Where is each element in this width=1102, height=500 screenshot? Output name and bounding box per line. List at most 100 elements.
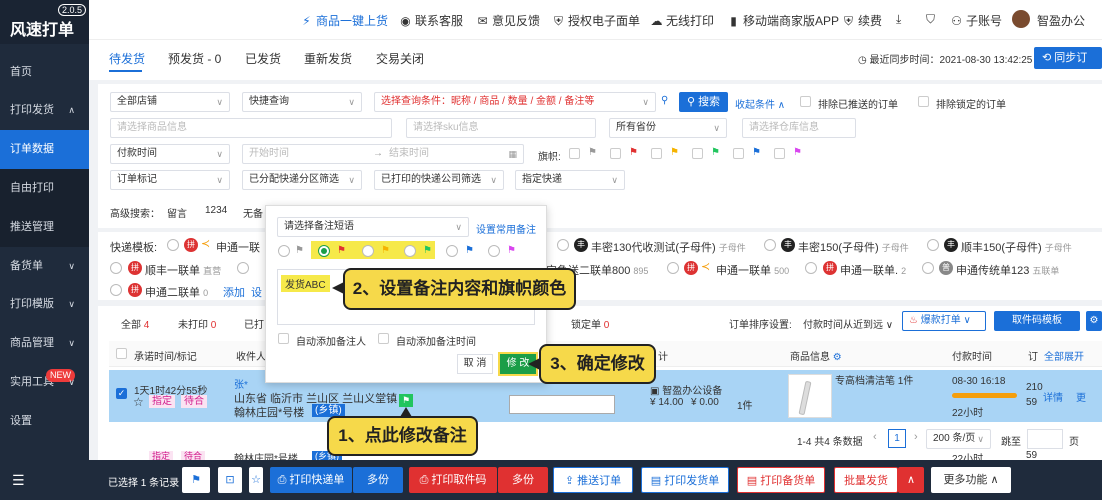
header-link-auth[interactable]: ⛨ 授权电子面单 (552, 12, 640, 29)
header-link-wireless[interactable]: ☁ 无线打印 (650, 12, 715, 29)
quick-query-select[interactable]: 快捷查询 ∨ (242, 92, 362, 112)
auto-person-checkbox[interactable] (278, 333, 289, 344)
header-link-service[interactable]: ◉ 联系客服 (399, 12, 463, 29)
sku-input[interactable]: 请选择sku信息 (406, 118, 596, 138)
printed-express-select[interactable]: 已打印的快递公司筛选 ∨ (374, 170, 504, 190)
gear-icon[interactable]: ⚙ (833, 352, 842, 363)
note-flag-button[interactable]: ⚑ (399, 394, 413, 407)
flag-button[interactable]: ⚑ (182, 467, 210, 493)
cancel-button[interactable]: 取 消 (457, 354, 493, 374)
province-select[interactable]: 所有省份 ∨ (609, 118, 727, 138)
row-checkbox[interactable]: ✓ (116, 388, 127, 399)
sidebar-item-templates[interactable]: 打印模版 ∨ (0, 285, 89, 324)
sync-button[interactable]: ⟲ 同步订 (1034, 47, 1102, 69)
template-radio[interactable] (667, 262, 679, 274)
menu-icon[interactable]: ☰ (12, 472, 25, 489)
filter-printed[interactable]: 已打 (244, 316, 264, 331)
template-radio[interactable] (110, 262, 122, 274)
header-link-app[interactable]: ▮ 移动端商家版APP (727, 12, 839, 29)
more-link[interactable]: 更 (1076, 389, 1086, 404)
flag-filter-red-checkbox[interactable] (610, 148, 621, 159)
lock-icon[interactable]: ⊡ (218, 467, 242, 493)
flag-radio-yellow[interactable] (362, 245, 374, 257)
page-size-select[interactable]: 200 条/页 ∨ (926, 429, 991, 449)
copies-button[interactable]: 多份 (353, 467, 403, 493)
select-all-checkbox[interactable] (116, 348, 127, 359)
template-radio[interactable] (237, 262, 249, 274)
flag-radio-green[interactable] (404, 245, 416, 257)
exclude-locked-checkbox[interactable] (918, 96, 929, 107)
print-pick-button[interactable]: ⎙ 打印取件码 (409, 467, 497, 493)
template-name[interactable]: 丰密150(子母件) 子母件 (798, 239, 909, 255)
advanced-tag[interactable]: 留言 (167, 205, 187, 220)
next-page-icon[interactable]: › (914, 431, 918, 443)
filter-unprinted[interactable]: 未打印 0 (178, 316, 216, 331)
tab-reship[interactable]: 重新发货 (304, 50, 352, 67)
template-radio[interactable] (805, 262, 817, 274)
flag-filter-gray-checkbox[interactable] (569, 148, 580, 159)
avatar[interactable] (1012, 10, 1030, 28)
auto-time-checkbox[interactable] (378, 333, 389, 344)
template-name[interactable]: 申通一联单. 2 (840, 262, 906, 278)
tab-closed[interactable]: 交易关闭 (376, 50, 424, 67)
print-stock-button[interactable]: ▤ 打印备货单 (737, 467, 825, 493)
tab-presale[interactable]: 预发货 - 0 (168, 50, 221, 67)
template-name[interactable]: 丰密130代收测试(子母件) 子母件 (591, 239, 746, 255)
template-settings-link[interactable]: 设 (251, 284, 262, 300)
flag-filter-orange-checkbox[interactable] (651, 148, 662, 159)
template-radio[interactable] (167, 239, 179, 251)
sidebar-item-tools[interactable]: 实用工具 NEW ∨ (0, 363, 89, 402)
date-range-input[interactable]: 开始时间 → 结束时间 ▦ (242, 144, 524, 164)
sidebar-item-print-ship[interactable]: 打印发货 ∧ (0, 91, 89, 130)
page-number[interactable]: 1 (888, 429, 906, 448)
star-icon[interactable]: ☆ (249, 467, 263, 493)
push-order-button[interactable]: ⇪ 推送订单 (553, 467, 633, 493)
header-link-subaccount[interactable]: ⚇ 子账号 (950, 12, 1002, 29)
print-ship-button[interactable]: ▤ 打印发货单 (641, 467, 729, 493)
detail-link[interactable]: 详情 (1043, 389, 1063, 404)
flag-radio-purple[interactable] (488, 245, 500, 257)
add-template-link[interactable]: 添加 (223, 284, 245, 300)
jump-input[interactable] (1027, 429, 1063, 449)
advanced-tag[interactable]: 1234 (205, 205, 227, 216)
sort-select[interactable]: 付款时间从近到远 ∨ (803, 316, 893, 331)
template-name[interactable]: 顺丰一联单 直营 (145, 262, 221, 278)
download-icon[interactable]: ⤓ (896, 12, 901, 27)
assigned-zone-select[interactable]: 已分配快递分区筛选 ∨ (242, 170, 362, 190)
flag-radio-blue[interactable] (446, 245, 458, 257)
template-name[interactable]: 申通传统单123 五联单 (956, 262, 1059, 278)
copies-button[interactable]: 多份 (498, 467, 548, 493)
batch-ship-button[interactable]: 批量发货 (834, 467, 898, 493)
express-select[interactable]: 指定快递 ∨ (515, 170, 625, 190)
condition-select[interactable]: 选择查询条件：昵称 / 商品 / 数量 / 金额 / 备注等 ∨ (374, 92, 656, 112)
shop-select[interactable]: 全部店铺 ∨ (110, 92, 230, 112)
expand-all-link[interactable]: 全部展开 (1044, 348, 1084, 363)
sidebar-item-settings[interactable]: 设置 (0, 402, 89, 441)
flag-radio-gray[interactable] (278, 245, 290, 257)
pick-template-button[interactable]: 取件码模板 (994, 311, 1080, 331)
more-functions-button[interactable]: 更多功能 ∧ (931, 467, 1011, 493)
header-link-feedback[interactable]: ✉ 意见反馈 (476, 12, 540, 29)
advanced-tag[interactable]: 无备 (243, 205, 263, 220)
remark-input[interactable] (509, 395, 615, 414)
template-name[interactable]: 申通二联单 0 (145, 284, 208, 300)
sidebar-item-free-print[interactable]: 自由打印 (0, 169, 89, 208)
template-radio[interactable] (110, 284, 122, 296)
remark-phrase-select[interactable]: 请选择备注短语 ∨ (277, 217, 469, 237)
prev-page-icon[interactable]: ‹ (873, 431, 877, 443)
template-radio[interactable] (922, 262, 934, 274)
tab-pending[interactable]: 待发货 (109, 50, 145, 67)
pin-icon[interactable]: ⚲ (661, 95, 668, 106)
template-name[interactable]: 申通一联单 500 (716, 262, 789, 278)
shirt-icon[interactable]: ⛉ (926, 12, 935, 27)
header-account-name[interactable]: 智盈办公 (1037, 12, 1085, 29)
gear-icon[interactable]: ⚙ (1086, 311, 1102, 331)
header-link-renew[interactable]: ⛨ 续费 (842, 12, 882, 29)
order-mark-select[interactable]: 订单标记 ∨ (110, 170, 230, 190)
sidebar-item-stock[interactable]: 备货单 ∨ (0, 247, 89, 286)
template-radio[interactable] (764, 239, 776, 251)
template-name[interactable]: 申通一联 (216, 239, 260, 255)
goods-input[interactable]: 请选择商品信息 (110, 118, 392, 138)
filter-locked[interactable]: 锁定单 0 (571, 316, 609, 331)
flag-radio-red[interactable] (318, 245, 330, 257)
